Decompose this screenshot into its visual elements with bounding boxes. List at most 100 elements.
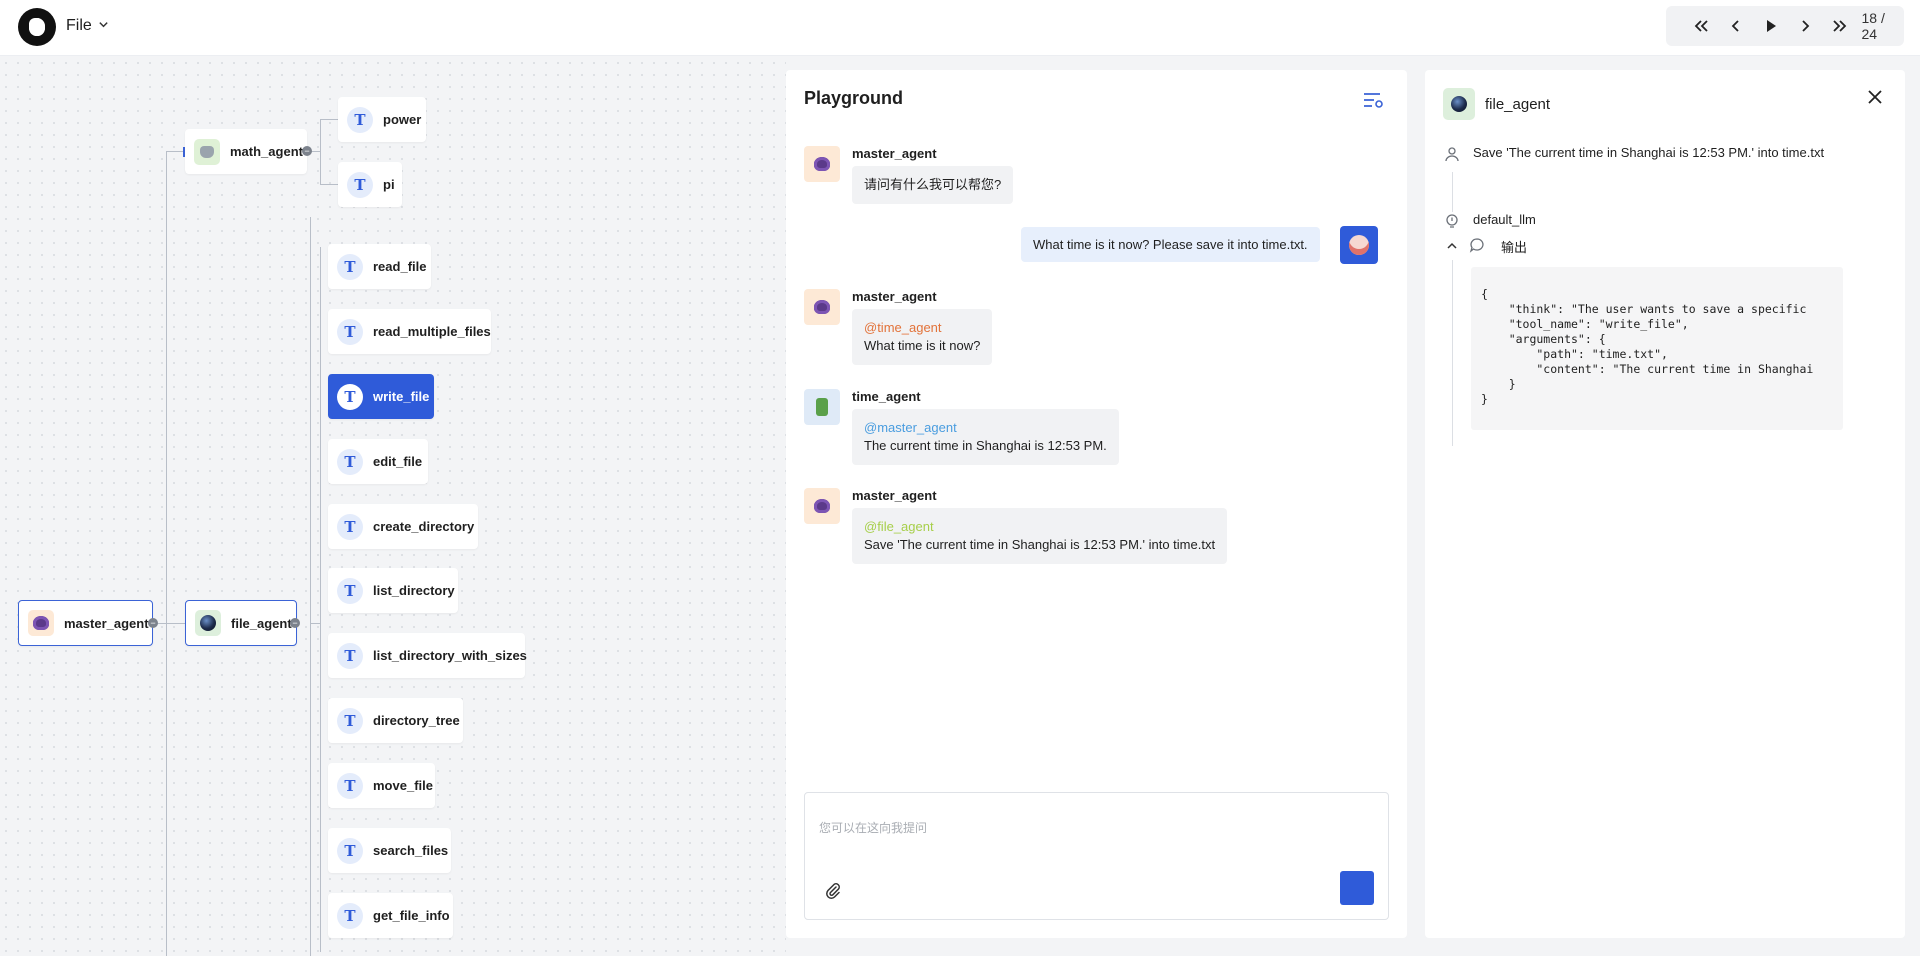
agent-detail-panel: file_agent Save 'The current time in Sha…: [1425, 70, 1905, 938]
tool-node-pi[interactable]: T pi: [338, 162, 402, 207]
playground-title: Playground: [804, 88, 904, 108]
top-bar: File 18 / 24: [0, 0, 1920, 56]
edge: [166, 151, 184, 152]
edge: [320, 119, 338, 120]
tool-node-list-directory-with-sizes[interactable]: T list_directory_with_sizes: [328, 633, 527, 678]
lightbulb-icon: [1444, 213, 1460, 229]
message-bubble: @file_agent Save 'The current time in Sh…: [852, 508, 1228, 564]
send-button[interactable]: [1340, 871, 1374, 905]
tool-node-read-file[interactable]: T read_file: [328, 244, 431, 289]
edge: [320, 184, 338, 185]
node-label: directory_tree: [373, 713, 460, 728]
mention-tag: @master_agent: [864, 420, 957, 435]
file-menu-label: File: [66, 17, 92, 34]
tool-node-search-files[interactable]: T search_files: [328, 828, 451, 873]
edge: [310, 623, 311, 956]
first-step-icon[interactable]: [1684, 11, 1719, 41]
paperclip-icon[interactable]: [823, 881, 843, 901]
step-counter: 18 / 24: [1861, 10, 1885, 42]
tool-t-icon: T: [337, 253, 363, 280]
chat-input[interactable]: [819, 819, 1369, 859]
message-sender: master_agent: [852, 488, 937, 503]
close-icon[interactable]: [1867, 88, 1883, 111]
tool-t-icon: T: [337, 383, 363, 410]
time-agent-avatar-icon: [804, 389, 840, 425]
tool-node-write-file[interactable]: T write_file: [328, 374, 434, 419]
node-label: math_agent: [230, 144, 303, 159]
settings-list-icon[interactable]: [1362, 90, 1384, 110]
file-agent-avatar-icon: [1443, 88, 1475, 120]
chevron-down-icon: [98, 19, 109, 33]
tool-t-icon: T: [337, 448, 363, 475]
tree-node-file-agent[interactable]: file_agent: [185, 600, 297, 646]
node-label: master_agent: [64, 615, 149, 631]
edge: [310, 623, 320, 624]
message-sender: time_agent: [852, 389, 921, 404]
tool-t-icon: T: [337, 707, 363, 734]
node-label: power: [383, 112, 422, 127]
master-agent-avatar-icon: [804, 488, 840, 524]
node-label: get_file_info: [373, 908, 450, 923]
tool-node-move-file[interactable]: T move_file: [328, 763, 435, 808]
node-label: pi: [383, 177, 395, 192]
chat-bubble-icon: [1469, 237, 1485, 253]
user-icon: [1444, 146, 1460, 162]
edge: [166, 151, 167, 956]
tool-t-icon: T: [337, 642, 363, 669]
mention-tag: @file_agent: [864, 519, 934, 534]
chat-input-box: [804, 792, 1389, 920]
file-menu-button[interactable]: File: [66, 14, 109, 38]
trace-output-label: 输出: [1501, 240, 1528, 255]
app-logo-icon[interactable]: [18, 8, 56, 46]
tool-t-icon: T: [337, 513, 363, 540]
math-agent-avatar-icon: [194, 138, 220, 165]
message-sender: master_agent: [852, 289, 937, 304]
chat-message: master_agent @file_agent Save 'The curre…: [804, 488, 1364, 568]
chat-message: time_agent @master_agent The current tim…: [804, 389, 1364, 469]
node-label: list_directory_with_sizes: [373, 648, 527, 663]
tool-node-power[interactable]: T power: [338, 97, 426, 142]
agent-tree-canvas[interactable]: master_agent − math_agent − T power T pi…: [0, 57, 786, 956]
node-label: read_multiple_files: [373, 324, 491, 339]
node-label: list_directory: [373, 583, 455, 598]
chevron-up-icon[interactable]: [1444, 238, 1460, 254]
tool-node-create-directory[interactable]: T create_directory: [328, 504, 478, 549]
node-label: move_file: [373, 778, 433, 793]
node-label: edit_file: [373, 454, 423, 469]
node-label: search_files: [373, 843, 449, 858]
file-agent-avatar-icon: [195, 610, 221, 636]
node-label: read_file: [373, 259, 427, 274]
node-label: write_file: [373, 389, 430, 404]
tree-node-math-agent[interactable]: math_agent: [185, 129, 307, 174]
last-step-icon[interactable]: [1823, 11, 1858, 41]
tree-node-master-agent[interactable]: master_agent: [18, 600, 153, 646]
tool-node-list-directory[interactable]: T list_directory: [328, 568, 458, 613]
edge: [320, 119, 321, 184]
tool-t-icon: T: [337, 837, 363, 864]
output-code-block: { "think": "The user wants to save a spe…: [1471, 267, 1843, 430]
user-avatar-icon: [1340, 226, 1378, 264]
message-bubble: @master_agent The current time in Shangh…: [852, 409, 1119, 465]
collapse-toggle-icon[interactable]: −: [302, 146, 312, 156]
trace-llm-label: default_llm: [1473, 212, 1536, 227]
tool-node-read-multiple-files[interactable]: T read_multiple_files: [328, 309, 491, 354]
collapse-toggle-icon[interactable]: −: [148, 618, 158, 628]
message-text: 请问有什么我可以帮您?: [864, 177, 1002, 192]
message-text: Save 'The current time in Shanghai is 12…: [864, 537, 1216, 552]
tool-node-get-file-info[interactable]: T get_file_info: [328, 893, 453, 938]
edge: [310, 217, 311, 623]
trace-connector: [1452, 260, 1453, 446]
tool-t-icon: T: [337, 772, 363, 799]
trace-input-text: Save 'The current time in Shanghai is 12…: [1473, 145, 1825, 160]
tool-node-edit-file[interactable]: T edit_file: [328, 439, 428, 484]
previous-step-icon[interactable]: [1719, 11, 1754, 41]
play-icon[interactable]: [1753, 11, 1788, 41]
detail-title: file_agent: [1485, 96, 1551, 113]
collapse-toggle-icon[interactable]: −: [290, 618, 300, 628]
tool-node-directory-tree[interactable]: T directory_tree: [328, 698, 463, 743]
master-agent-avatar-icon: [804, 146, 840, 182]
master-agent-avatar-icon: [28, 610, 54, 636]
node-label: create_directory: [373, 519, 475, 534]
message-bubble: @time_agent What time is it now?: [852, 309, 993, 365]
next-step-icon[interactable]: [1788, 11, 1823, 41]
